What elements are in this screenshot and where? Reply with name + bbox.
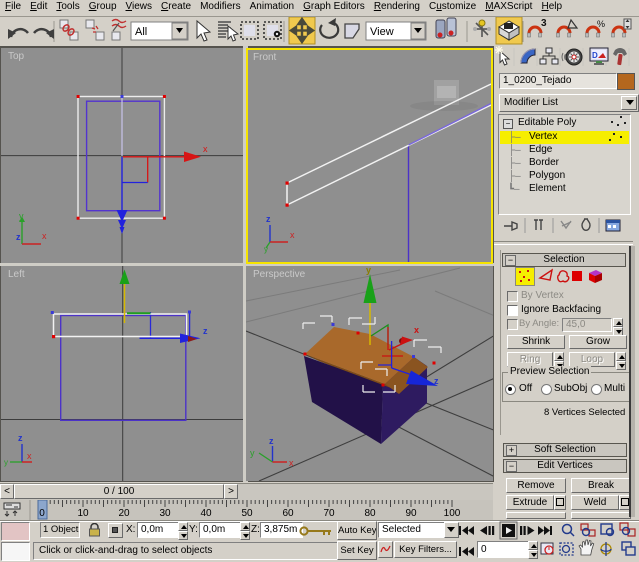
svg-text:10: 10 [77,508,89,519]
svg-text:z: z [269,436,274,446]
svg-text:x: x [42,231,47,241]
svg-text:x: x [290,230,295,240]
svg-text:y: y [366,266,371,275]
svg-text:y: y [4,458,8,467]
svg-text:50: 50 [241,508,253,519]
svg-text:z: z [434,376,439,386]
svg-text:40: 40 [200,508,212,519]
svg-text:y: y [250,448,255,458]
svg-text:z: z [18,433,23,443]
svg-text:3: 3 [541,18,547,29]
svg-text:90: 90 [405,508,417,519]
svg-text:y: y [19,211,24,221]
svg-text:80: 80 [364,508,376,519]
svg-text:x: x [203,144,208,154]
svg-text:20: 20 [118,508,130,519]
svg-text:30: 30 [159,508,171,519]
svg-text:60: 60 [282,508,294,519]
svg-text:All: All [135,26,147,38]
svg-text:70: 70 [323,508,335,519]
svg-text:z: z [16,232,21,242]
svg-text:x: x [27,451,32,461]
svg-text:x: x [414,325,419,335]
svg-text:100: 100 [444,508,461,519]
svg-text:D: D [592,51,598,60]
svg-text:z: z [203,326,208,336]
svg-text:View: View [370,26,394,38]
svg-text:z: z [266,214,271,224]
svg-text:%: % [597,19,605,29]
svg-text:0: 0 [39,508,45,519]
svg-text:y: y [264,245,268,254]
svg-text:x: x [289,458,294,468]
